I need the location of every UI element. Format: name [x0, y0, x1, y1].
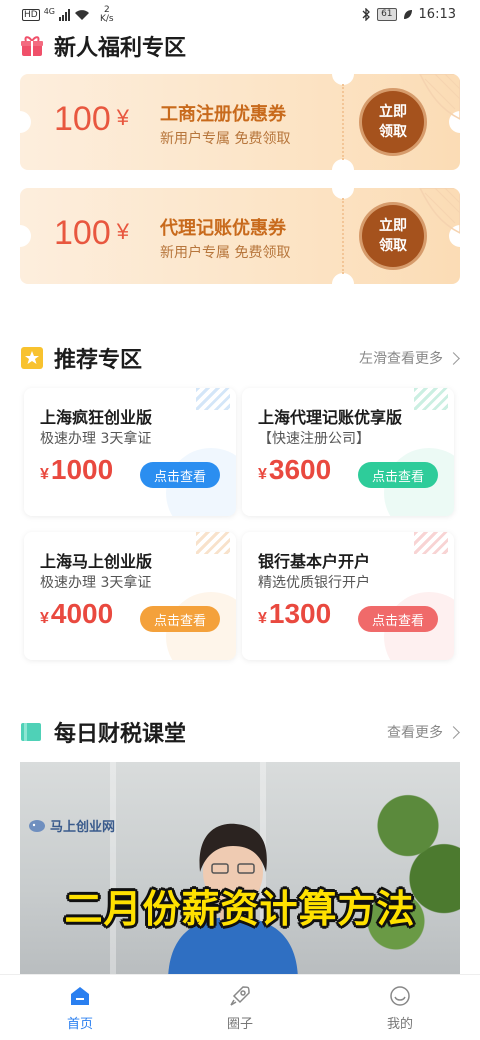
home-icon [71, 987, 89, 1005]
view-button[interactable]: 点击查看 [140, 606, 220, 632]
product-price: ¥4000 [40, 598, 114, 629]
book-icon [21, 723, 41, 741]
product-title: 银行基本户开户 [258, 552, 371, 571]
coupon-subtitle: 新用户专属 免费领取 [160, 131, 291, 147]
welfare-header: 新人福利专区 [20, 30, 460, 62]
video-caption: 二月份薪资计算方法 [64, 887, 416, 931]
notch [332, 273, 354, 284]
bottom-tab-bar: 首页 圈子 我的 [0, 974, 480, 1040]
battery-icon: 61 [377, 8, 397, 21]
view-button[interactable]: 点击查看 [358, 462, 438, 488]
stripe-decoration [414, 532, 448, 554]
elephant-logo-icon [29, 819, 45, 832]
recommend-header: 推荐专区 左滑查看更多 [20, 342, 460, 374]
stripe-decoration [414, 388, 448, 410]
product-price: ¥1300 [258, 598, 332, 629]
product-subtitle: 极速办理 3天拿证 [40, 431, 152, 447]
leaf-icon [403, 10, 412, 19]
product-price: ¥3600 [258, 454, 332, 485]
stripe-decoration [196, 388, 230, 410]
watermark-logo: 马上创业网 [28, 816, 115, 835]
signal-icon [59, 9, 70, 21]
view-button[interactable]: 点击查看 [140, 462, 220, 488]
rocket-icon [230, 986, 250, 1006]
notch [332, 159, 354, 170]
status-bar: HD 4G 2 K/s 61 16:13 [0, 0, 480, 32]
wifi-icon [75, 10, 89, 20]
product-subtitle: 极速办理 3天拿证 [40, 575, 152, 591]
star-badge-icon [21, 347, 43, 369]
chevron-right-icon [447, 725, 460, 739]
product-title: 上海马上创业版 [40, 552, 153, 571]
coupon-card[interactable]: 100 ¥ 工商注册优惠券 新用户专属 免费领取 立即 领取 [20, 74, 460, 170]
tab-home[interactable]: 首页 [40, 985, 120, 1032]
product-title: 上海代理记账优享版 [258, 408, 403, 427]
view-button[interactable]: 点击查看 [358, 606, 438, 632]
notch [20, 225, 31, 247]
classroom-header: 每日财税课堂 查看更多 [20, 716, 460, 748]
tab-circle[interactable]: 圈子 [200, 985, 280, 1032]
coupon-title: 代理记账优惠券 [160, 218, 286, 239]
product-price: ¥1000 [40, 454, 114, 485]
coupon-amount: 100 ¥ [54, 100, 129, 138]
section-title: 每日财税课堂 [54, 722, 187, 747]
face-icon [390, 986, 410, 1006]
section-title: 推荐专区 [54, 348, 143, 373]
coupon-subtitle: 新用户专属 免费领取 [160, 245, 291, 261]
coupon-divider [342, 198, 344, 274]
see-more-link[interactable]: 查看更多 [387, 722, 460, 742]
see-more-link[interactable]: 左滑查看更多 [359, 348, 460, 368]
hd-badge: HD [22, 9, 40, 21]
coupon-amount: 100 ¥ [54, 214, 129, 252]
plant-decoration [360, 762, 460, 974]
clock: 16:13 [418, 7, 456, 22]
stripe-decoration [196, 532, 230, 554]
status-right: 61 16:13 [362, 7, 456, 22]
gift-icon [21, 36, 43, 56]
video-thumbnail[interactable]: 马上创业网 二月份薪资计算方法 [20, 762, 460, 974]
tab-mine[interactable]: 我的 [360, 985, 440, 1032]
claim-button[interactable]: 立即 领取 [362, 205, 424, 267]
coupon-title: 工商注册优惠券 [160, 104, 286, 125]
network-type: 4G [43, 6, 55, 16]
product-card[interactable]: 上海马上创业版 极速办理 3天拿证 ¥4000 点击查看 [24, 532, 236, 660]
claim-button[interactable]: 立即 领取 [362, 91, 424, 153]
product-card[interactable]: 上海疯狂创业版 极速办理 3天拿证 ¥1000 点击查看 [24, 388, 236, 516]
notch [20, 111, 31, 133]
product-subtitle: 精选优质银行开户 [258, 575, 370, 591]
bluetooth-icon [362, 8, 370, 21]
coupon-card[interactable]: 100 ¥ 代理记账优惠券 新用户专属 免费领取 立即 领取 [20, 188, 460, 284]
product-card[interactable]: 银行基本户开户 精选优质银行开户 ¥1300 点击查看 [242, 532, 454, 660]
product-card[interactable]: 上海代理记账优享版 【快速注册公司】 ¥3600 点击查看 [242, 388, 454, 516]
coupon-divider [342, 84, 344, 160]
product-title: 上海疯狂创业版 [40, 408, 153, 427]
chevron-right-icon [447, 351, 460, 365]
status-left: HD 4G 2 K/s [22, 6, 114, 24]
network-speed: 2 K/s [100, 5, 114, 24]
section-title: 新人福利专区 [54, 36, 187, 61]
product-subtitle: 【快速注册公司】 [258, 431, 370, 447]
